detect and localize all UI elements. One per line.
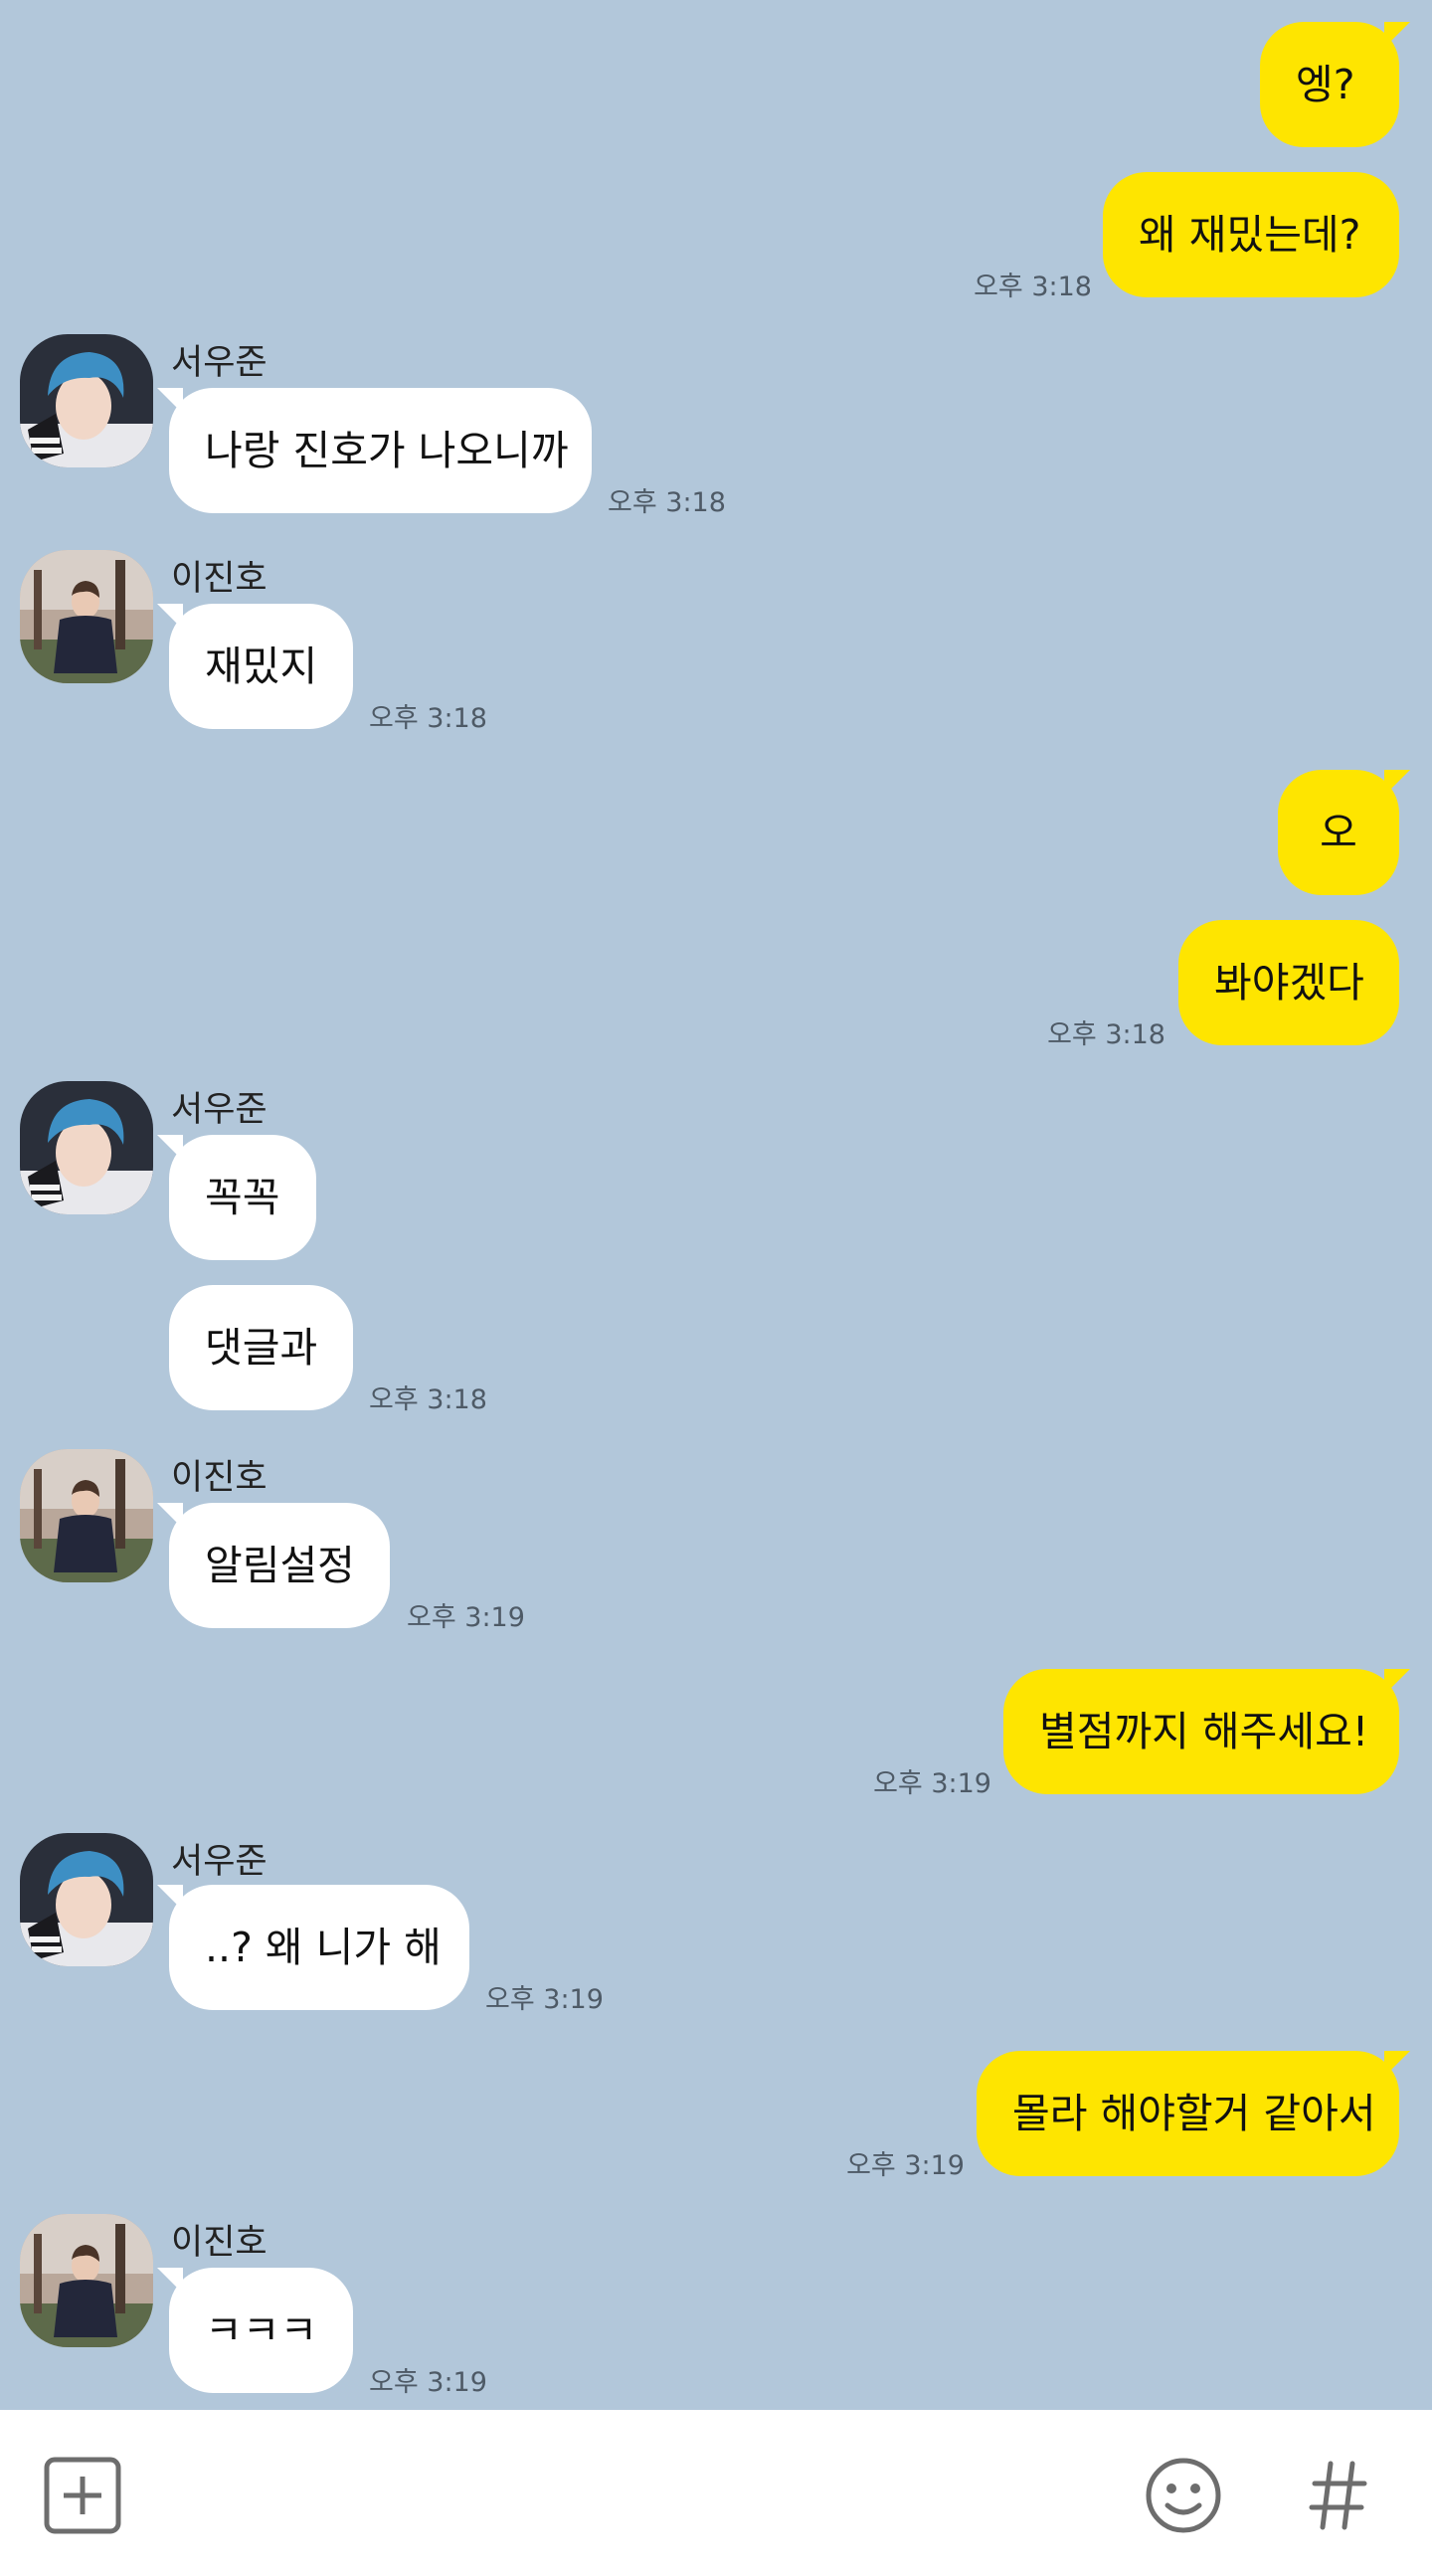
my-message-bubble[interactable]: 봐야겠다 bbox=[1178, 920, 1399, 1045]
avatar-jinho[interactable] bbox=[20, 2214, 153, 2347]
other-message-bubble[interactable]: 댓글과 bbox=[169, 1285, 353, 1410]
hashtag-icon[interactable] bbox=[1309, 2460, 1368, 2531]
message-time: 오후 3:18 bbox=[1047, 1019, 1165, 1050]
bubble-tail bbox=[157, 388, 183, 414]
message-time: 오후 3:18 bbox=[974, 272, 1092, 302]
sender-name: 이진호 bbox=[171, 2223, 268, 2263]
bubble-tail bbox=[157, 2268, 183, 2294]
other-message-bubble[interactable]: ..? 왜 니가 해 bbox=[169, 1885, 469, 2010]
sender-name: 이진호 bbox=[171, 1458, 268, 1498]
avatar-person-in-park-icon bbox=[20, 550, 153, 683]
bubble-tail bbox=[157, 604, 183, 630]
plus-icon[interactable] bbox=[44, 2457, 121, 2534]
avatar-person-in-park-icon bbox=[20, 1449, 153, 1582]
sender-name: 서우준 bbox=[171, 343, 268, 383]
input-bar bbox=[0, 2410, 1432, 2576]
sender-name: 서우준 bbox=[171, 1090, 268, 1130]
message-time: 오후 3:18 bbox=[608, 487, 726, 518]
other-message-bubble[interactable]: 나랑 진호가 나오니까 bbox=[169, 388, 592, 513]
bubble-tail bbox=[157, 1503, 183, 1529]
sender-name: 서우준 bbox=[171, 1842, 268, 1882]
my-message-bubble[interactable]: 엥? bbox=[1260, 22, 1399, 147]
other-message-bubble[interactable]: 꼭꼭 bbox=[169, 1135, 316, 1260]
avatar-person-in-park-icon bbox=[20, 2214, 153, 2347]
sender-name: 이진호 bbox=[171, 559, 268, 599]
avatar-woojun[interactable] bbox=[20, 1081, 153, 1214]
message-time: 오후 3:19 bbox=[369, 2367, 487, 2398]
chat-area[interactable]: 엥? 왜 재밌는데? 오후 3:18 서우준 나랑 진호가 나오니까 오후 3:… bbox=[0, 0, 1432, 2410]
avatar-woojun[interactable] bbox=[20, 334, 153, 467]
bubble-tail bbox=[1384, 22, 1410, 48]
avatar-blue-hair-person-icon bbox=[20, 334, 153, 467]
avatar-jinho[interactable] bbox=[20, 550, 153, 683]
my-message-bubble[interactable]: 별점까지 해주세요! bbox=[1003, 1669, 1399, 1794]
my-message-bubble[interactable]: 오 bbox=[1278, 770, 1399, 895]
message-time: 오후 3:19 bbox=[407, 1602, 525, 1633]
avatar-jinho[interactable] bbox=[20, 1449, 153, 1582]
message-time: 오후 3:19 bbox=[485, 1984, 604, 2015]
message-time: 오후 3:19 bbox=[873, 1768, 991, 1799]
bubble-tail bbox=[157, 1135, 183, 1161]
avatar-woojun[interactable] bbox=[20, 1833, 153, 1966]
bubble-tail bbox=[1384, 770, 1410, 796]
message-time: 오후 3:19 bbox=[846, 2150, 965, 2181]
other-message-bubble[interactable]: ㅋㅋㅋ bbox=[169, 2268, 353, 2393]
my-message-bubble[interactable]: 몰라 해야할거 같아서 bbox=[977, 2051, 1399, 2176]
emoji-icon[interactable] bbox=[1144, 2456, 1223, 2535]
avatar-blue-hair-person-icon bbox=[20, 1833, 153, 1966]
bubble-tail bbox=[1384, 2051, 1410, 2077]
message-time: 오후 3:18 bbox=[369, 703, 487, 734]
my-message-bubble[interactable]: 왜 재밌는데? bbox=[1103, 172, 1399, 297]
avatar-blue-hair-person-icon bbox=[20, 1081, 153, 1214]
other-message-bubble[interactable]: 재밌지 bbox=[169, 604, 353, 729]
bubble-tail bbox=[1384, 1669, 1410, 1695]
message-time: 오후 3:18 bbox=[369, 1384, 487, 1415]
bubble-tail bbox=[157, 1885, 183, 1911]
other-message-bubble[interactable]: 알림설정 bbox=[169, 1503, 390, 1628]
